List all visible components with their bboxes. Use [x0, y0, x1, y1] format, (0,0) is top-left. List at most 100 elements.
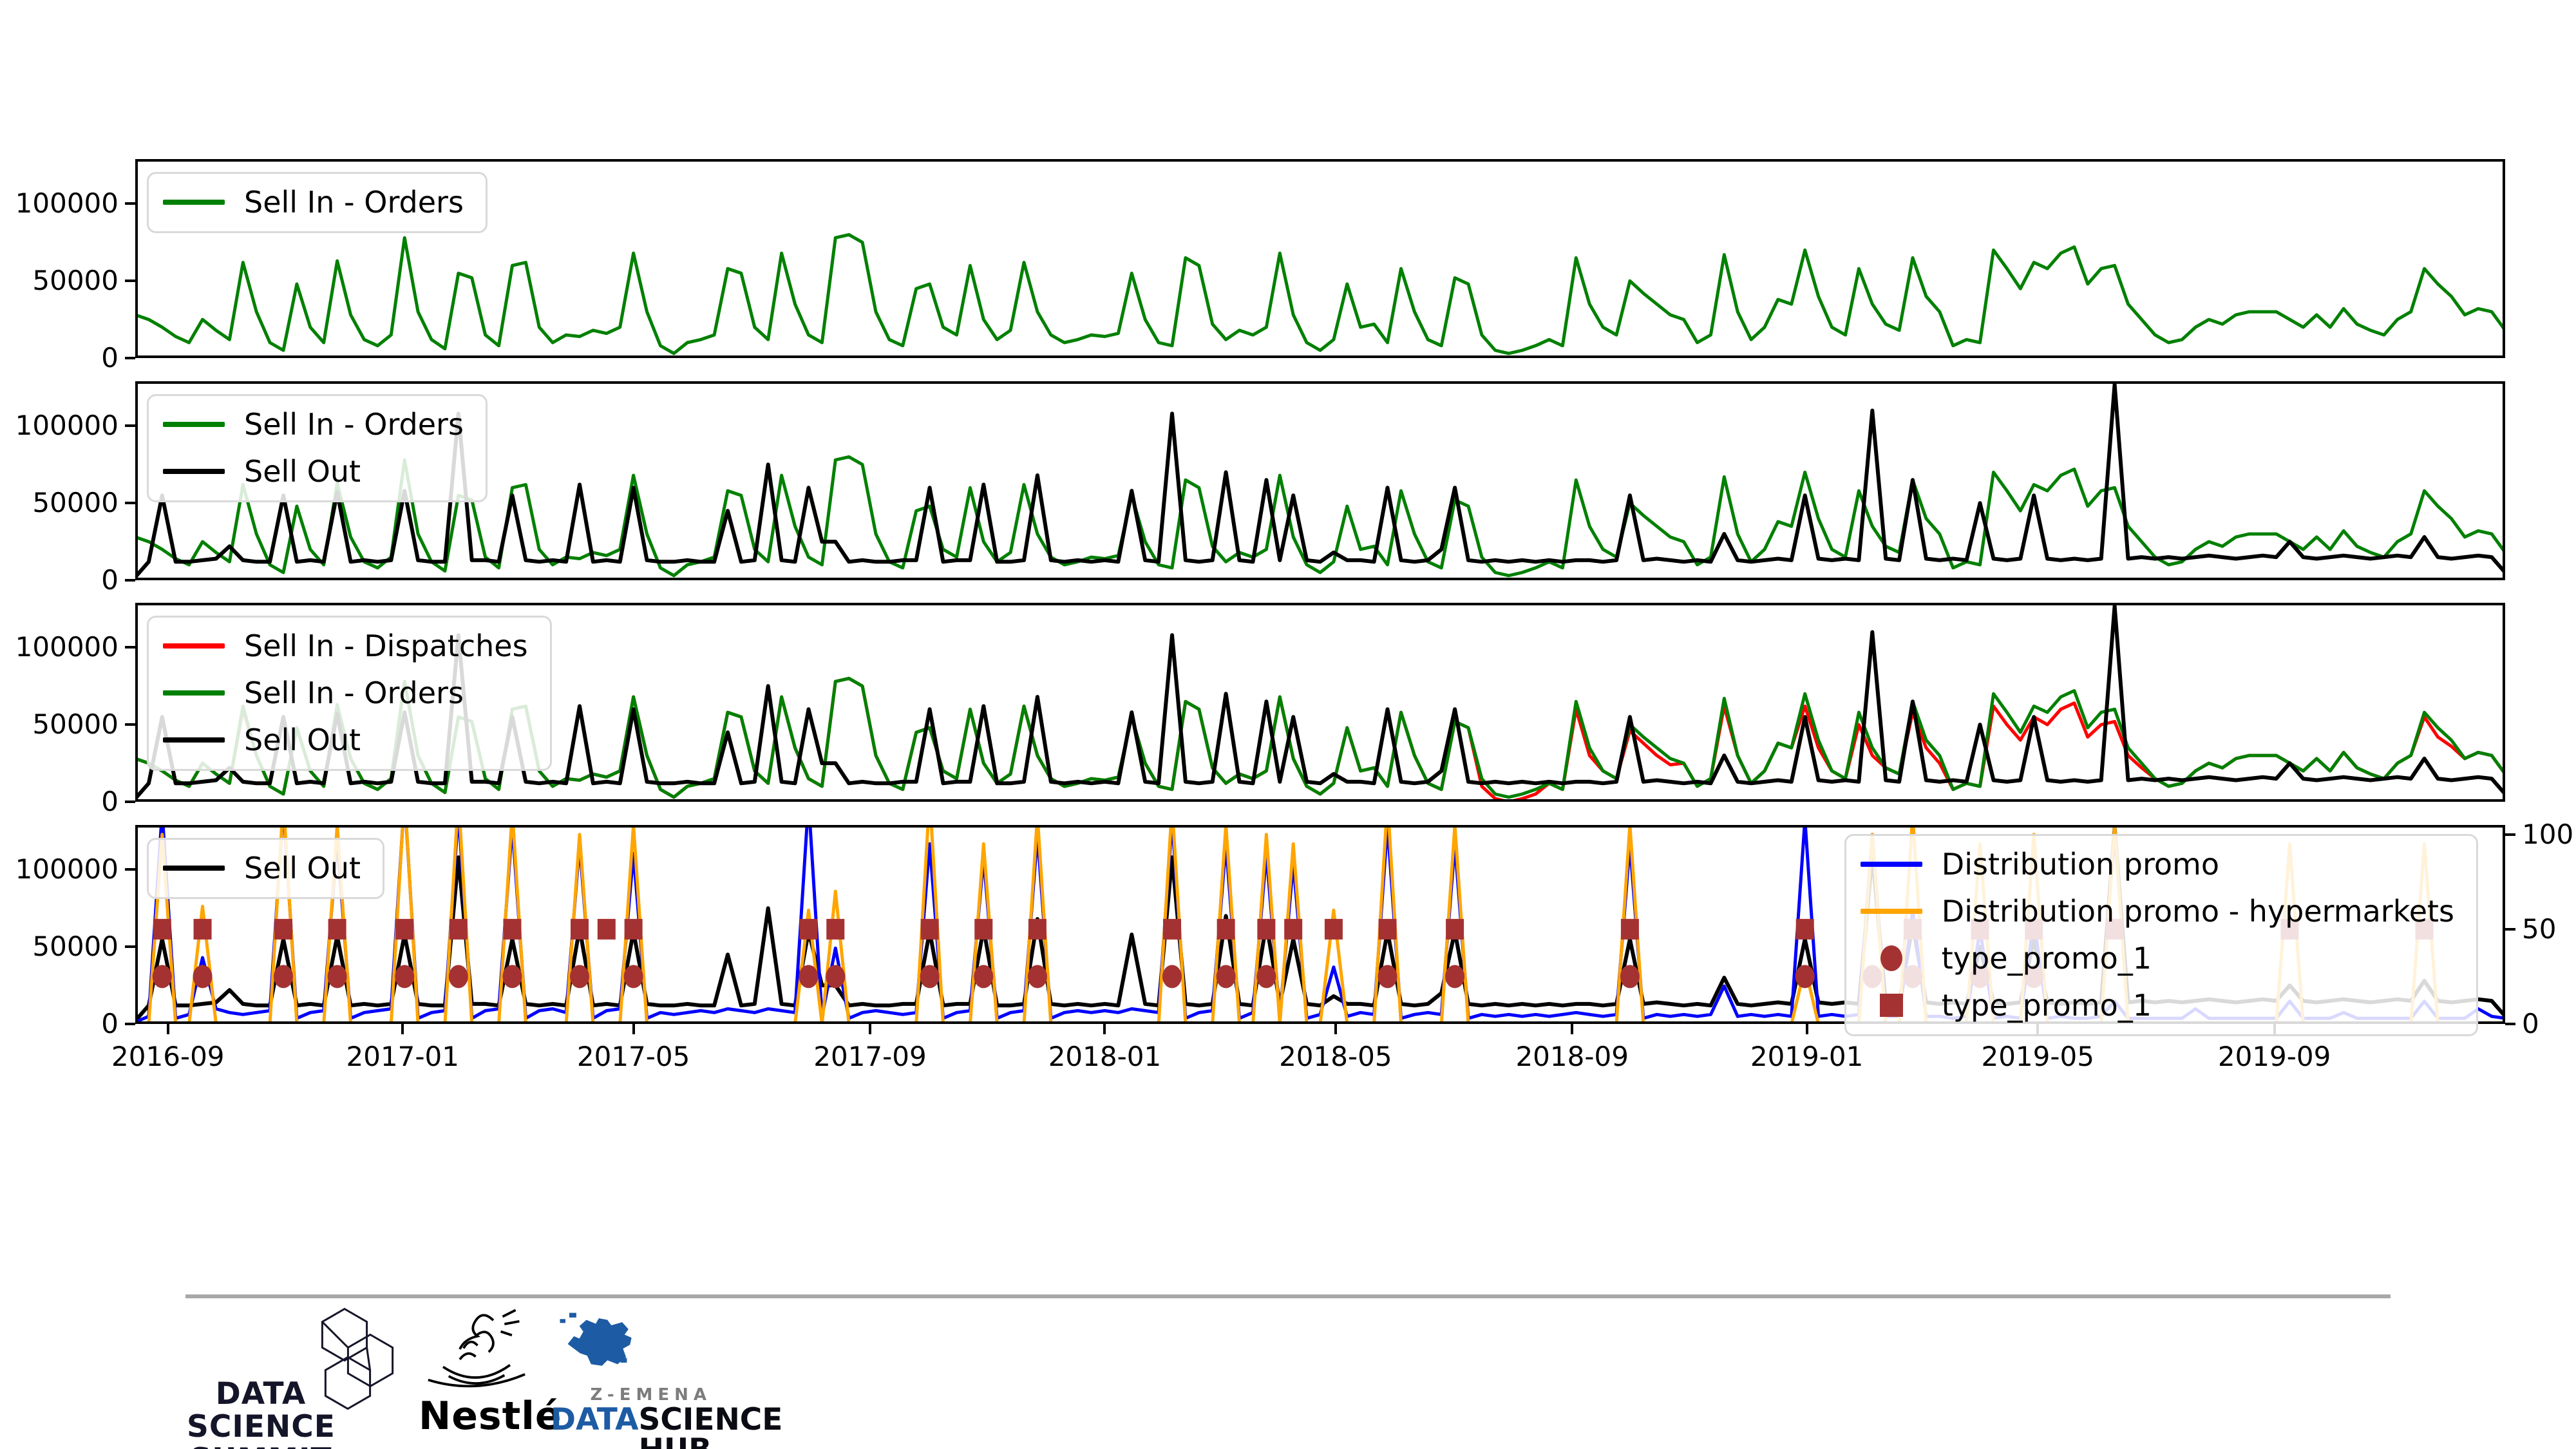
type-promo-1-square-marker: [920, 918, 939, 940]
y-tick-label: 0: [101, 342, 118, 374]
legend-line-sample-icon: [163, 469, 225, 475]
subplot-3-legend-left: Sell In - Dispatches Sell In - Orders Sell…: [147, 616, 552, 771]
x-tick-mark: [1571, 1024, 1574, 1034]
subplot-orders-vs-sellout: 0 50000 100000 Sell In - Orders Sell Out: [15, 381, 2505, 594]
x-tick-mark: [401, 1024, 404, 1034]
type-promo-1-circle-marker: [799, 965, 819, 989]
right-y-tick-label: 0: [2522, 1008, 2539, 1039]
legend-entry: Sell In - Orders: [163, 676, 528, 710]
type-promo-1-circle-marker: [448, 965, 468, 989]
nestle-wordmark: Nestlé: [419, 1394, 562, 1439]
type-promo-1-circle-marker: [920, 965, 940, 989]
right-y-tick-mark: [2505, 1023, 2515, 1025]
series-sell-in-orders: [135, 232, 2505, 355]
subplot-1-plot-area: [135, 159, 2505, 358]
legend-entry: type_promo_1: [1861, 940, 2454, 976]
y-tick-mark: [125, 868, 135, 871]
y-tick-label: 0: [101, 786, 118, 817]
type-promo-1-circle-marker: [826, 965, 846, 989]
y-tick-mark: [125, 723, 135, 726]
subplot-dispatches-orders-sellout: 0 50000 100000 Sell In - Dispatches Sell In …: [15, 603, 2505, 815]
subplot-2-plot-area: [135, 381, 2505, 580]
subplot-4-legend-left: Sell Out: [147, 838, 385, 899]
type-promo-1-circle-marker: [1795, 965, 1815, 989]
type-promo-1-square-marker: [153, 918, 171, 940]
legend-label: Sell Out: [244, 851, 361, 886]
type-promo-1-circle-marker: [193, 965, 213, 989]
y-tick-label: 100000: [15, 187, 118, 220]
legend-line-sample-icon: [163, 737, 225, 743]
type-promo-1-circle-marker: [502, 965, 522, 989]
x-tick-label: 2017-09: [813, 1041, 927, 1072]
type-promo-1-circle-marker: [1256, 965, 1276, 989]
legend-circle-marker-icon: [1861, 945, 1922, 972]
legend-entry: Sell In - Dispatches: [163, 629, 528, 663]
legend-label: Sell In - Orders: [244, 675, 464, 710]
legend-label: Distribution promo - hypermarkets: [1941, 893, 2454, 929]
x-tick-mark: [166, 1024, 169, 1034]
legend-entry: Distribution promo: [1860, 847, 2454, 882]
type-promo-1-square-marker: [571, 918, 589, 940]
legend-line-sample-icon: [163, 866, 225, 871]
europe-map-icon: [560, 1312, 632, 1366]
legend-label: Distribution promo: [1941, 847, 2219, 882]
type-promo-1-square-marker: [1378, 918, 1397, 940]
type-promo-1-square-marker: [1620, 918, 1639, 940]
type-promo-1-circle-marker: [1378, 965, 1397, 989]
x-tick-label: 2018-01: [1048, 1041, 1162, 1072]
type-promo-1-square-marker: [449, 918, 468, 940]
type-promo-1-square-marker: [395, 918, 414, 940]
legend-entry: Sell Out: [163, 851, 361, 886]
legend-line-sample-icon: [1860, 909, 1922, 914]
type-promo-1-circle-marker: [974, 965, 994, 989]
series-sell-out: [135, 382, 2505, 579]
type-promo-1-circle-marker: [395, 965, 415, 989]
subplot-sell-in-orders: 0 50000 100000 Sell In - Orders: [15, 159, 2505, 372]
x-tick-label: 2019-01: [1750, 1041, 1864, 1072]
right-y-tick-mark: [2505, 927, 2515, 931]
x-tick-label: 2016-09: [111, 1041, 225, 1072]
hub-word-data: DATA: [551, 1402, 639, 1437]
x-tick-mark: [1103, 1024, 1106, 1034]
summit-hexagons-icon: [309, 1304, 406, 1419]
type-promo-1-square-marker: [1217, 918, 1235, 940]
legend-line-sample-icon: [163, 690, 225, 696]
type-promo-1-square-marker: [1795, 918, 1814, 940]
y-tick-mark: [125, 646, 135, 649]
y-tick-label: 50000: [32, 708, 118, 741]
type-promo-1-square-marker: [974, 918, 993, 940]
y-tick-label: 50000: [32, 931, 118, 963]
type-promo-1-circle-marker: [1620, 965, 1640, 989]
nestle-birds-nest-icon: [428, 1309, 526, 1388]
x-tick-label: 2019-09: [2217, 1041, 2331, 1072]
type-promo-1-circle-marker: [570, 965, 589, 989]
type-promo-1-square-marker: [1446, 918, 1464, 940]
legend-line-sample-icon: [1860, 862, 1922, 867]
type-promo-1-square-marker: [274, 918, 292, 940]
y-tick-mark: [125, 579, 135, 582]
y-tick-label: 50000: [32, 265, 118, 297]
type-promo-1-square-marker: [1257, 918, 1276, 940]
y-tick-label: 0: [101, 1008, 118, 1039]
type-promo-1-square-marker: [1324, 918, 1343, 940]
x-tick-label: 2018-09: [1515, 1041, 1629, 1072]
legend-entry: Sell In - Orders: [163, 185, 464, 220]
x-tick-label: 2017-05: [576, 1041, 690, 1072]
y-tick-label: 0: [101, 564, 118, 596]
type-promo-1-square-marker: [624, 918, 643, 940]
type-promo-1-square-marker: [328, 918, 346, 940]
type-promo-1-circle-marker: [1445, 965, 1465, 989]
y-tick-mark: [125, 502, 135, 505]
nestle-logo: Nestlé: [419, 1307, 562, 1439]
legend-line-sample-icon: [163, 200, 225, 205]
y-tick-mark: [125, 279, 135, 283]
x-tick-mark: [632, 1024, 635, 1034]
legend-label: Sell In - Dispatches: [244, 629, 528, 663]
type-promo-1-circle-marker: [623, 965, 643, 989]
subplot-sellout-promo: 0 50000 100000 0 50 100 Sell Out Distribution p…: [15, 820, 2574, 1037]
legend-entry: Distribution promo - hypermarkets: [1860, 893, 2454, 929]
type-promo-1-circle-marker: [274, 965, 293, 989]
type-promo-1-square-marker: [1284, 918, 1303, 940]
legend-label: type_promo_1: [1941, 940, 2152, 976]
y-tick-label: 100000: [15, 631, 118, 663]
